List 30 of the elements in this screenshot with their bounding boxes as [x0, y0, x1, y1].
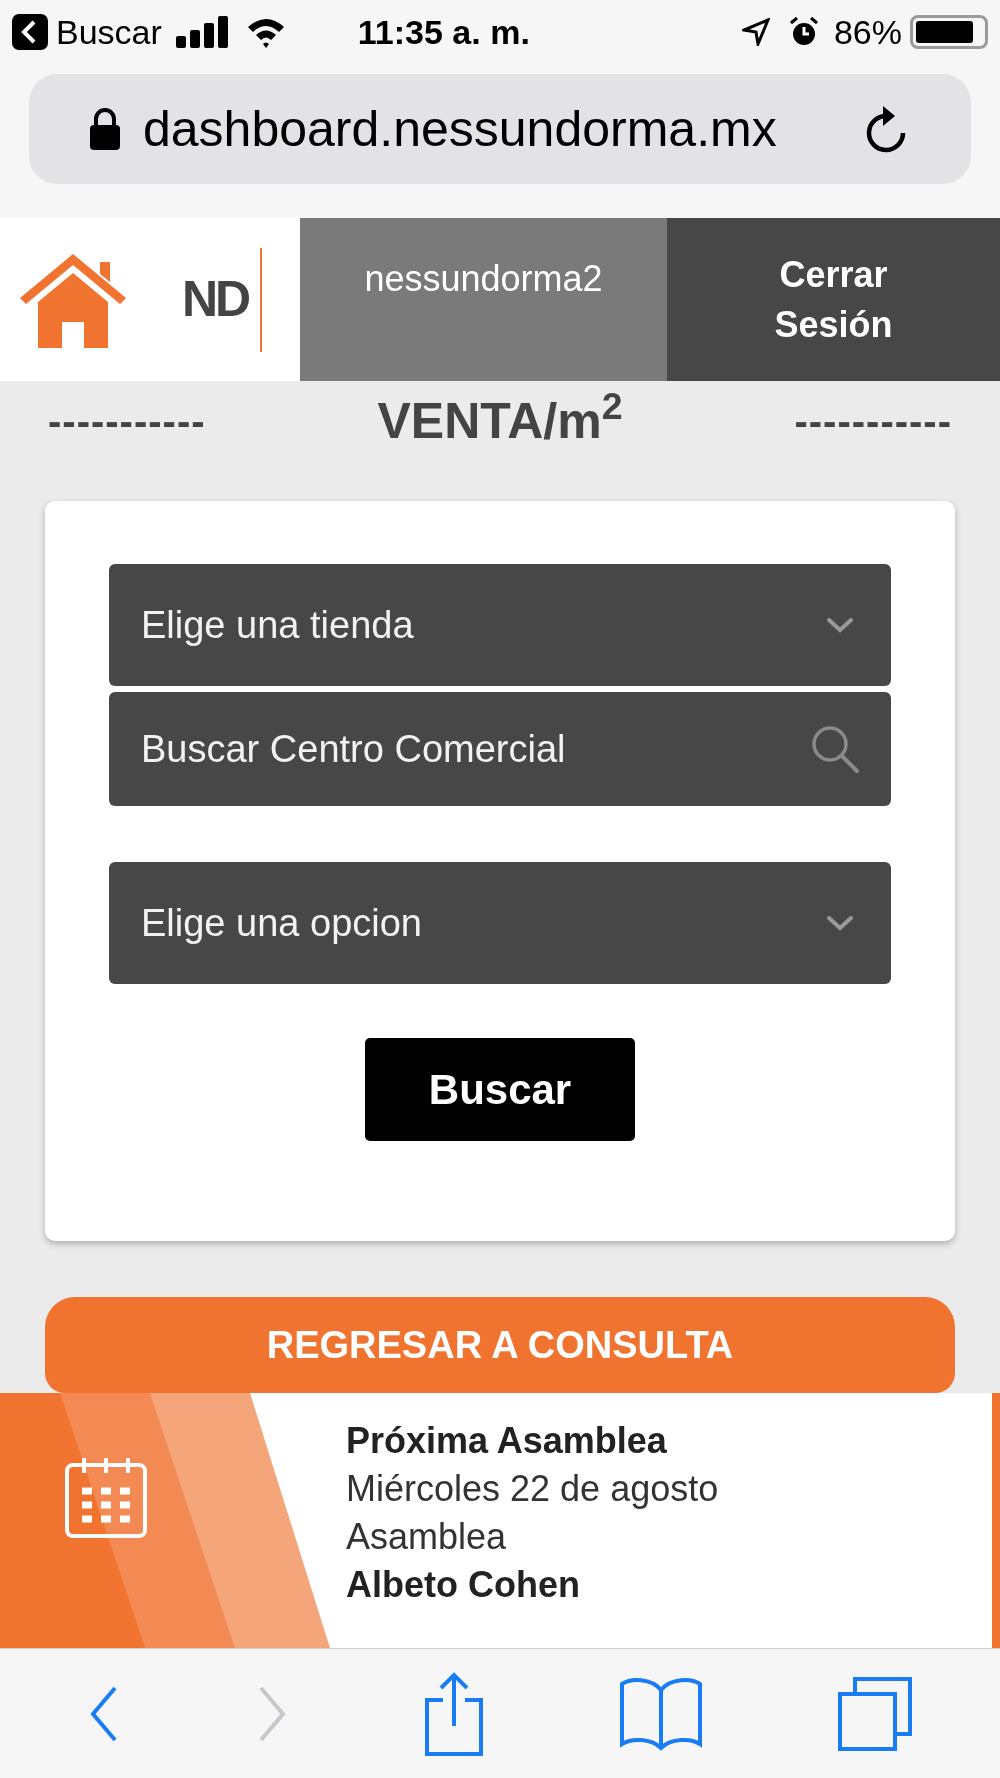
event-title: Próxima Asamblea	[346, 1419, 668, 1463]
page-title: VENTA/m$^{2}$	[377, 383, 623, 451]
location-arrow-icon	[741, 18, 770, 46]
calendar-icon	[64, 1455, 148, 1539]
dropdown-field[interactable]: Elige una tienda	[109, 564, 891, 686]
address-bar[interactable]: dashboard.nessundorma.mx	[29, 74, 971, 184]
logo: ND	[182, 270, 250, 329]
dashed-rule: -----------	[794, 398, 952, 445]
event-date: Miércoles 22 de agosto	[346, 1467, 719, 1511]
chevron-down-icon	[825, 914, 855, 932]
alarm-clock-icon	[787, 16, 820, 48]
dropdown-field[interactable]: Elige una opcion	[109, 862, 891, 984]
book-icon[interactable]	[619, 1675, 703, 1752]
search-button[interactable]: Buscar	[365, 1038, 635, 1141]
event-person: Albeto Cohen	[346, 1563, 581, 1607]
event-type: Asamblea	[346, 1515, 508, 1559]
battery-icon	[910, 15, 988, 49]
lock-icon	[89, 108, 121, 150]
share-icon[interactable]	[423, 1671, 485, 1756]
url-text: dashboard.nessundorma.mx	[143, 99, 777, 159]
back-app-label[interactable]: Buscar	[56, 6, 162, 58]
username: nessundorma2	[364, 257, 603, 301]
search-icon	[809, 723, 861, 775]
dashed-rule: -----------	[48, 398, 206, 445]
battery-percent: 86%	[833, 11, 902, 53]
tabs-icon[interactable]	[837, 1675, 913, 1752]
search-field[interactable]: Buscar Centro Comercial	[109, 692, 891, 806]
chevron-down-icon	[825, 616, 855, 634]
clock-time: 11:35 a. m.	[357, 11, 530, 53]
logout-button[interactable]: Cerrar Sesión	[667, 218, 1000, 381]
